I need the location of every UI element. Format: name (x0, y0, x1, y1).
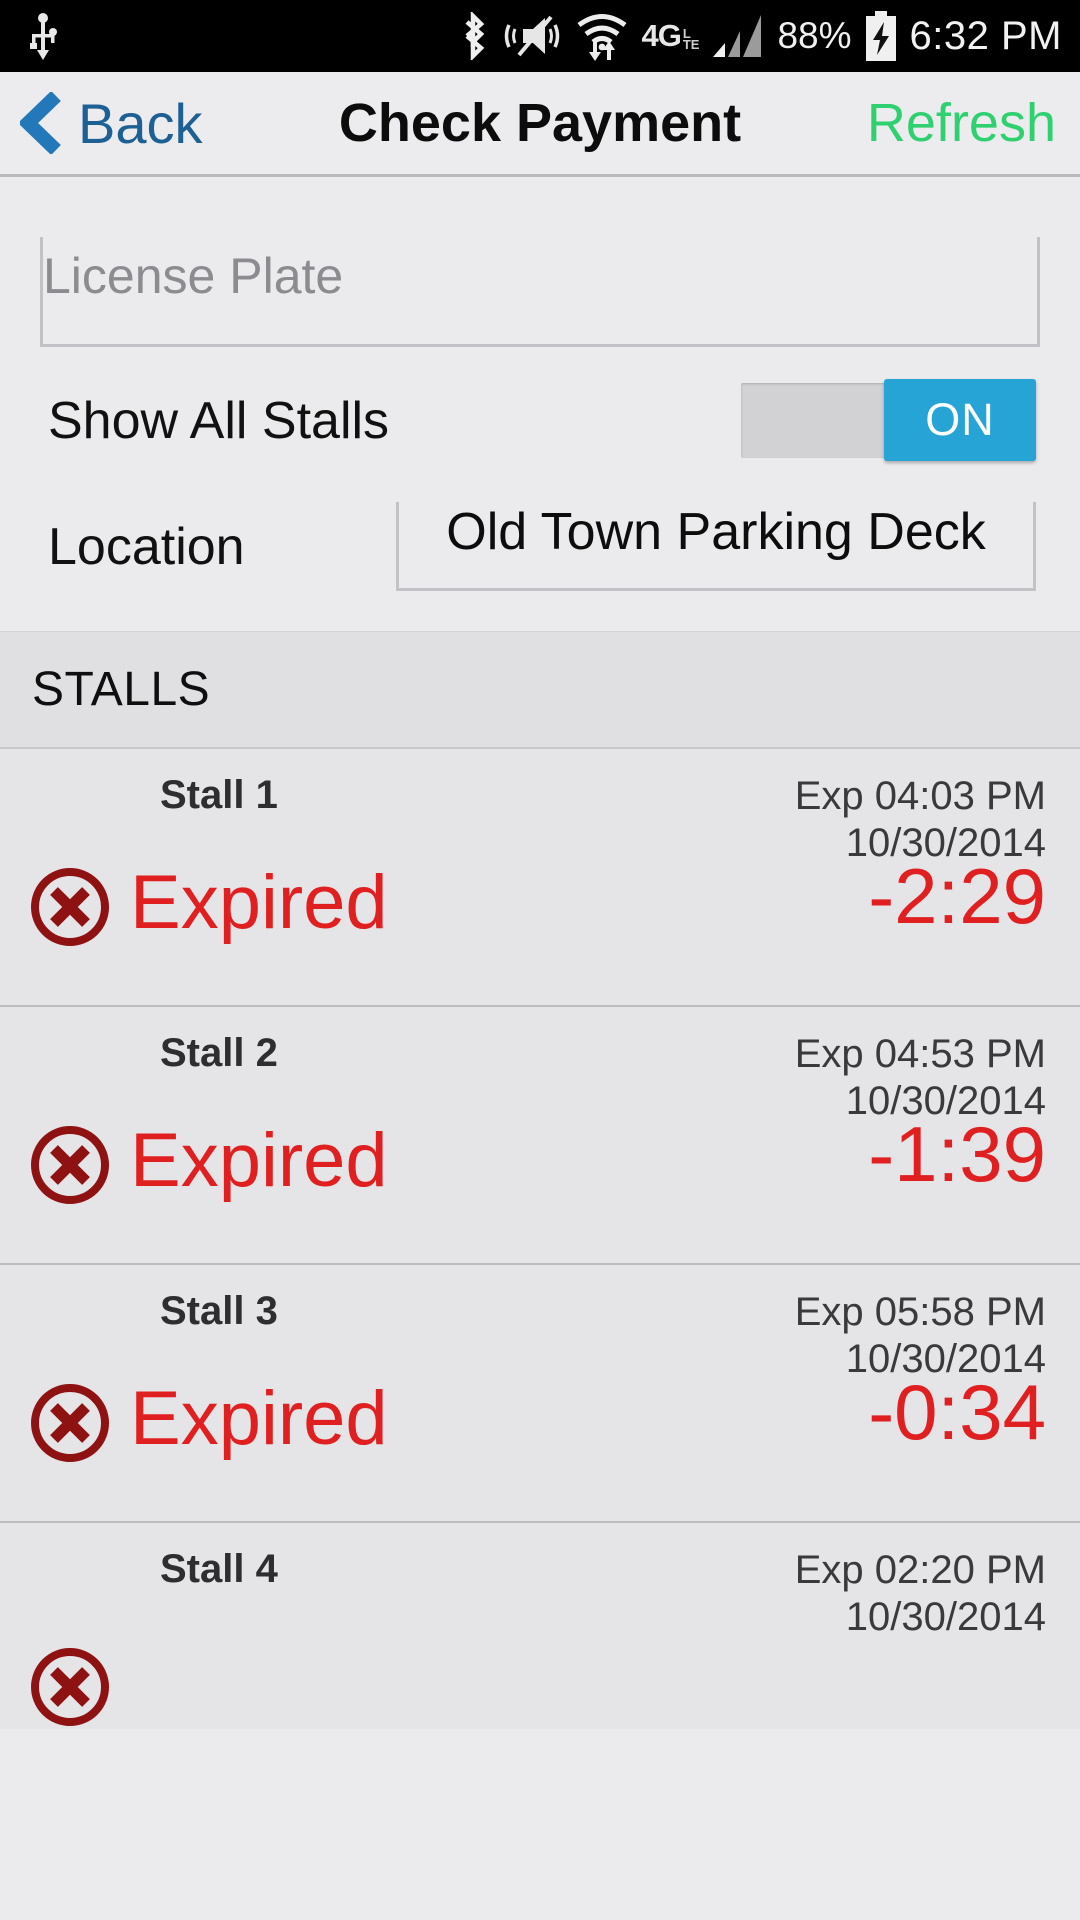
stall-remaining-time: -0:34 (868, 1368, 1046, 1457)
action-bar: Back Check Payment Refresh (0, 72, 1080, 177)
stall-exp-time: Exp 02:20 PM (794, 1548, 1046, 1592)
location-spinner[interactable]: Old Town Parking Deck (396, 502, 1036, 591)
refresh-button[interactable]: Refresh (867, 92, 1080, 154)
clock-label: 6:32 PM (909, 13, 1062, 58)
stall-name: Stall 2 (160, 1031, 278, 1075)
stall-status-label: Expired (130, 1118, 388, 1204)
stall-status-label: Expired (130, 860, 388, 946)
stall-status-label: Expired (130, 1376, 388, 1462)
stall-expiry: Exp 02:20 PM 10/30/2014 (795, 1547, 1046, 1641)
battery-percent-label: 88% (777, 15, 852, 56)
signal-bars-icon (713, 15, 762, 57)
back-button[interactable]: Back (0, 91, 203, 156)
stall-exp-time: Exp 05:58 PM (794, 1290, 1046, 1334)
status-bar-left-icons (26, 12, 60, 60)
location-row: Location Old Town Parking Deck (0, 488, 1080, 631)
toggle-thumb: ON (884, 379, 1036, 461)
stall-remaining-time: -2:29 (868, 852, 1046, 941)
table-row[interactable]: Stall 4 Exp 02:20 PM 10/30/2014 (0, 1521, 1080, 1730)
network-subscript-bottom: TE (682, 37, 700, 52)
show-all-stalls-label: Show All Stalls (48, 391, 390, 450)
filter-form: Show All Stalls ON Location Old Town Par… (0, 177, 1080, 631)
stall-remaining-time: -1:39 (868, 1110, 1046, 1199)
refresh-label: Refresh (866, 93, 1056, 153)
circle-x-icon (31, 1126, 109, 1205)
location-value: Old Town Parking Deck (446, 503, 986, 561)
battery-charging-icon (865, 11, 896, 61)
chevron-left-icon (20, 92, 61, 154)
stall-name: Stall 3 (160, 1289, 278, 1333)
stall-exp-time: Exp 04:03 PM (794, 774, 1046, 818)
stall-exp-date: 10/30/2014 (845, 1595, 1046, 1640)
table-row[interactable]: Stall 3 Exp 05:58 PM 10/30/2014 Expired … (0, 1263, 1080, 1521)
usb-icon (30, 13, 57, 60)
table-row[interactable]: Stall 1 Exp 04:03 PM 10/30/2014 Expired … (0, 747, 1080, 1005)
show-all-stalls-toggle[interactable]: ON (741, 379, 1036, 461)
wifi-icon (577, 14, 627, 61)
network-type-label: 4G (641, 18, 681, 53)
status-bar-right-icons: 4G L TE 88% 6:32 PM (457, 11, 1062, 61)
vibrate-mute-icon (505, 15, 560, 57)
circle-x-icon (31, 1384, 109, 1463)
network-type-indicator: 4G L TE (641, 18, 699, 54)
app-screen: 4G L TE 88% 6:32 PM Back Check Payment R… (0, 0, 1080, 1920)
license-plate-input[interactable] (40, 237, 1040, 347)
location-label: Location (48, 517, 245, 576)
stall-name: Stall 4 (160, 1547, 278, 1591)
stalls-section-header: STALLS (0, 631, 1080, 747)
license-plate-row (0, 195, 1080, 347)
show-all-stalls-row: Show All Stalls ON (0, 347, 1080, 488)
stall-exp-time: Exp 04:53 PM (794, 1032, 1046, 1076)
back-label: Back (78, 91, 203, 155)
stalls-section-label: STALLS (32, 663, 211, 716)
bluetooth-icon (466, 12, 485, 60)
circle-x-icon (31, 1648, 109, 1727)
stalls-list: Stall 1 Exp 04:03 PM 10/30/2014 Expired … (0, 747, 1080, 1730)
toggle-state-label: ON (925, 394, 995, 445)
circle-x-icon (31, 868, 109, 947)
status-bar: 4G L TE 88% 6:32 PM (0, 0, 1080, 72)
table-row[interactable]: Stall 2 Exp 04:53 PM 10/30/2014 Expired … (0, 1005, 1080, 1263)
stall-name: Stall 1 (160, 773, 278, 817)
